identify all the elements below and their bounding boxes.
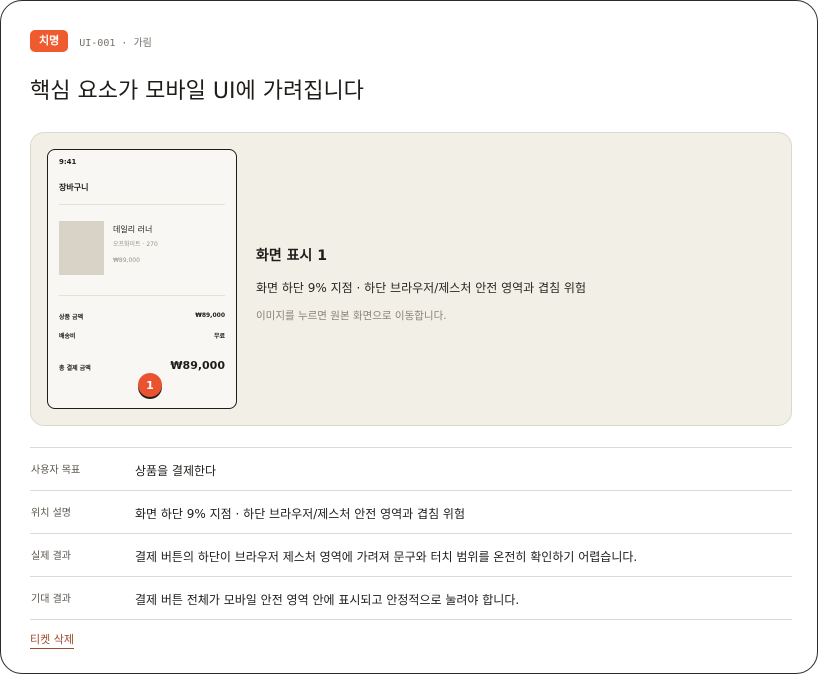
detail-label: 위치 설명 [31, 508, 71, 519]
total-value: ₩89,000 [170, 359, 225, 372]
product-thumbnail [59, 221, 104, 275]
divider [59, 204, 225, 205]
delete-ticket-link[interactable]: 티켓 삭제 [30, 631, 74, 649]
detail-row: 위치 설명 화면 하단 9% 지점 · 하단 브라우저/제스처 안전 영역과 겹… [30, 491, 792, 534]
detail-label: 기대 결과 [31, 594, 71, 605]
detail-label: 실제 결과 [31, 551, 71, 562]
summary-row: 배송비 무료 [59, 331, 225, 340]
severity-badge: 치명 [30, 30, 69, 52]
ticket-id: UI-001 [79, 37, 116, 49]
screenshot-preview[interactable]: 9:41 장바구니 데일리 러너 오프화이트 · 270 ₩89,000 상품 … [30, 132, 792, 426]
issue-marker[interactable]: 1 [138, 373, 162, 397]
marker-description: 화면 하단 9% 지점 · 하단 브라우저/제스처 안전 영역과 겹침 위험 [256, 281, 587, 295]
detail-value: 결제 버튼 전체가 모바일 안전 영역 안에 표시되고 안정적으로 눌려야 합니… [135, 593, 520, 607]
issue-header: 치명 UI-001 · 가림 [30, 30, 152, 52]
detail-row: 실제 결과 결제 버튼의 하단이 브라우저 제스처 영역에 가려져 문구와 터치… [30, 534, 792, 577]
product-option: 오프화이트 · 270 [113, 241, 158, 248]
product-price: ₩89,000 [113, 257, 140, 264]
status-time: 9:41 [59, 158, 77, 166]
issue-card: 치명 UI-001 · 가림 핵심 요소가 모바일 UI에 가려집니다 9:41… [0, 0, 818, 674]
issue-details: 사용자 목표 상품을 결제한다 위치 설명 화면 하단 9% 지점 · 하단 브… [30, 447, 792, 620]
summary-label: 배송비 [59, 333, 76, 340]
summary-label: 상품 금액 [59, 314, 84, 321]
ticket-meta: UI-001 · 가림 [79, 34, 152, 49]
meta-separator: · [121, 37, 128, 49]
summary-value: 무료 [213, 333, 225, 340]
detail-value: 결제 버튼의 하단이 브라우저 제스처 영역에 가려져 문구와 터치 범위를 온… [135, 550, 638, 564]
phone-mockup[interactable]: 9:41 장바구니 데일리 러너 오프화이트 · 270 ₩89,000 상품 … [47, 149, 237, 409]
divider [59, 295, 225, 296]
detail-value: 화면 하단 9% 지점 · 하단 브라우저/제스처 안전 영역과 겹침 위험 [135, 507, 466, 521]
product-name: 데일리 러너 [113, 225, 153, 234]
summary-row: 상품 금액 ₩89,000 [59, 312, 225, 321]
page-title: 핵심 요소가 모바일 UI에 가려집니다 [30, 79, 364, 104]
preview-hint: 이미지를 누르면 원본 화면으로 이동합니다. [256, 310, 447, 322]
detail-value: 상품을 결제한다 [135, 464, 217, 478]
detail-row: 기대 결과 결제 버튼 전체가 모바일 안전 영역 안에 표시되고 안정적으로 … [30, 577, 792, 620]
summary-value: ₩89,000 [195, 312, 225, 319]
detail-label: 사용자 목표 [31, 465, 81, 476]
cart-title: 장바구니 [59, 183, 89, 192]
marker-title: 화면 표시 1 [256, 248, 328, 264]
issue-category: 가림 [133, 37, 152, 49]
marker-info: 화면 표시 1 화면 하단 9% 지점 · 하단 브라우저/제스처 안전 영역과… [256, 245, 586, 323]
total-label: 총 결제 금액 [59, 365, 91, 372]
detail-row: 사용자 목표 상품을 결제한다 [30, 448, 792, 491]
